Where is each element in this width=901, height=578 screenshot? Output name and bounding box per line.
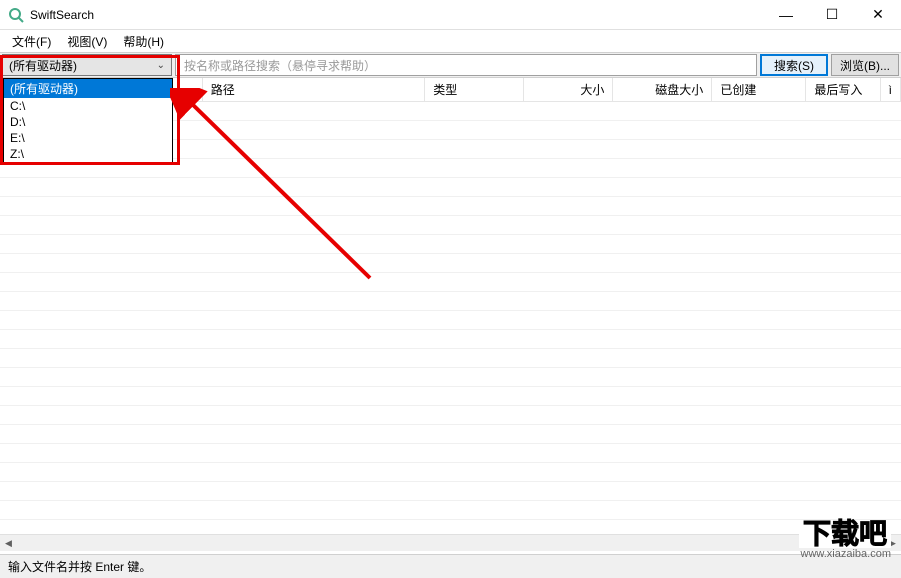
scroll-right-icon[interactable]: ▶: [884, 535, 901, 551]
status-text: 输入文件名并按 Enter 键。: [8, 558, 151, 575]
search-button[interactable]: 搜索(S): [760, 54, 828, 76]
table-row: [0, 197, 901, 216]
table-row: [0, 178, 901, 197]
column-header-extra[interactable]: ì: [881, 78, 901, 101]
drive-selector[interactable]: (所有驱动器) ⌄: [2, 54, 172, 76]
table-row: [0, 368, 901, 387]
table-row: [0, 501, 901, 520]
table-row: [0, 349, 901, 368]
menu-view[interactable]: 视图(V): [59, 31, 115, 52]
table-row: [0, 482, 901, 501]
dropdown-option[interactable]: E:\: [4, 130, 172, 146]
table-row: [0, 254, 901, 273]
scroll-track[interactable]: [17, 535, 884, 551]
dropdown-option[interactable]: C:\: [4, 98, 172, 114]
statusbar: 输入文件名并按 Enter 键。: [0, 554, 901, 578]
close-button[interactable]: ✕: [855, 0, 901, 29]
table-row: [0, 311, 901, 330]
menubar: 文件(F) 视图(V) 帮助(H): [0, 30, 901, 52]
column-header-size[interactable]: 大小: [524, 78, 613, 101]
column-header-type[interactable]: 类型: [425, 78, 524, 101]
drive-dropdown[interactable]: (所有驱动器) C:\ D:\ E:\ Z:\: [3, 78, 173, 163]
table-row: [0, 387, 901, 406]
chevron-down-icon: ⌄: [157, 60, 165, 71]
browse-button[interactable]: 浏览(B)...: [831, 54, 899, 76]
table-row: [0, 444, 901, 463]
dropdown-option[interactable]: (所有驱动器): [4, 79, 172, 98]
search-placeholder: 按名称或路径搜索（悬停寻求帮助）: [184, 57, 376, 74]
drive-selected-label: (所有驱动器): [9, 57, 77, 74]
column-header-created[interactable]: 已创建: [712, 78, 806, 101]
table-row: [0, 463, 901, 482]
table-row: [0, 216, 901, 235]
horizontal-scrollbar[interactable]: ◀ ▶: [0, 534, 901, 551]
window-controls: — ☐ ✕: [763, 0, 901, 29]
column-header-disksize[interactable]: 磁盘大小: [613, 78, 712, 101]
search-input[interactable]: 按名称或路径搜索（悬停寻求帮助）: [175, 54, 757, 76]
results-grid: [0, 102, 901, 534]
table-row: [0, 273, 901, 292]
column-header-path[interactable]: 路径: [203, 78, 425, 101]
menu-file[interactable]: 文件(F): [4, 31, 59, 52]
maximize-button[interactable]: ☐: [809, 0, 855, 29]
table-row: [0, 425, 901, 444]
table-row: [0, 330, 901, 349]
minimize-button[interactable]: —: [763, 0, 809, 29]
scroll-left-icon[interactable]: ◀: [0, 535, 17, 551]
table-row: [0, 406, 901, 425]
dropdown-option[interactable]: D:\: [4, 114, 172, 130]
table-row: [0, 235, 901, 254]
window-title: SwiftSearch: [30, 8, 763, 22]
titlebar: SwiftSearch — ☐ ✕: [0, 0, 901, 30]
app-icon: [8, 7, 24, 23]
table-row: [0, 292, 901, 311]
column-header-modified[interactable]: 最后写入: [806, 78, 880, 101]
menu-help[interactable]: 帮助(H): [115, 31, 172, 52]
dropdown-option[interactable]: Z:\: [4, 146, 172, 162]
toolbar: (所有驱动器) ⌄ 按名称或路径搜索（悬停寻求帮助） 搜索(S) 浏览(B)..…: [0, 52, 901, 78]
